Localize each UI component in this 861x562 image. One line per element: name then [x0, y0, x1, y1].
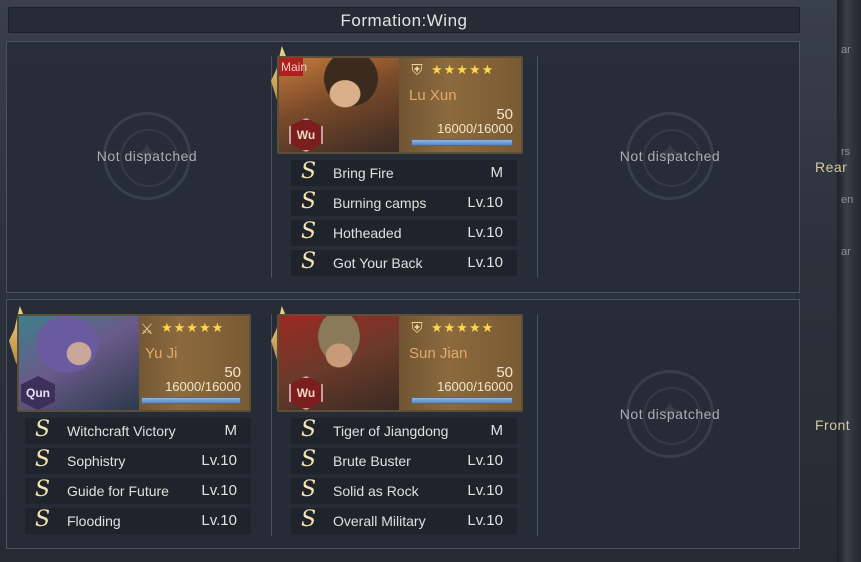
skill-row[interactable]: S Bring Fire M: [291, 160, 517, 186]
skill-list: S Bring Fire M S Burning camps Lv.10 S Hothea…: [291, 160, 517, 280]
skill-level: Lv.10: [467, 254, 503, 271]
troop-bar-fill: [412, 140, 512, 145]
empty-slot-rear-right[interactable]: Not dispatched: [570, 82, 770, 242]
skill-row[interactable]: S Tiger of Jiangdong M: [291, 418, 517, 444]
skill-s-icon: S: [301, 159, 317, 184]
skill-name: Guide for Future: [67, 483, 169, 499]
skill-level: Lv.10: [467, 512, 503, 529]
hero-card[interactable]: ⚔ ★★★★★ Yu Ji 50 16000/16000 Qun: [17, 314, 251, 412]
skill-row[interactable]: S Burning camps Lv.10: [291, 190, 517, 216]
hero-troops: 16000/16000: [165, 379, 241, 394]
empty-slot-front-right[interactable]: Not dispatched: [570, 340, 770, 500]
slot-divider: [537, 56, 538, 278]
row-label-rear: Rear: [815, 159, 848, 175]
skill-level: M: [490, 164, 504, 181]
skill-name: Brute Buster: [333, 453, 411, 469]
troop-bar: [411, 139, 513, 146]
skill-s-icon: S: [35, 447, 51, 472]
slot-divider: [271, 56, 272, 278]
skill-name: Witchcraft Victory: [67, 423, 176, 439]
side-fragment: en: [841, 194, 854, 206]
skill-level: Lv.10: [201, 452, 237, 469]
skill-row[interactable]: S Brute Buster Lv.10: [291, 448, 517, 474]
formation-title: Formation:Wing: [8, 7, 800, 33]
skill-level: Lv.10: [467, 224, 503, 241]
helmet-icon: ⚔: [140, 321, 154, 338]
skill-name: Got Your Back: [333, 255, 423, 271]
skill-s-icon: S: [301, 249, 317, 274]
skill-s-icon: S: [35, 417, 51, 442]
skill-s-icon: S: [301, 507, 317, 532]
skill-row[interactable]: S Guide for Future Lv.10: [25, 478, 251, 504]
skill-row[interactable]: S Got Your Back Lv.10: [291, 250, 517, 276]
skill-level: Lv.10: [467, 194, 503, 211]
skill-name: Flooding: [67, 513, 121, 529]
skill-row[interactable]: S Overall Military Lv.10: [291, 508, 517, 534]
front-row-panel: ⚔ ★★★★★ Yu Ji 50 16000/16000 Qun S Witchc…: [6, 299, 800, 549]
skill-name: Sophistry: [67, 453, 126, 469]
star-rating: ★★★★★: [431, 62, 495, 77]
skill-s-icon: S: [35, 477, 51, 502]
skill-level: M: [224, 422, 238, 439]
star-rating: ★★★★★: [431, 320, 495, 335]
side-fragment: ar: [841, 246, 851, 258]
row-label-front: Front: [815, 417, 851, 433]
skill-row[interactable]: S Solid as Rock Lv.10: [291, 478, 517, 504]
skill-list: S Tiger of Jiangdong M S Brute Buster Lv.10 …: [291, 418, 517, 538]
skill-s-icon: S: [35, 507, 51, 532]
empty-slot-label: Not dispatched: [619, 406, 721, 422]
hero-name: Sun Jian: [409, 345, 468, 362]
empty-slot-label: Not dispatched: [619, 148, 721, 164]
skill-level: Lv.10: [201, 512, 237, 529]
rear-row-panel: Not dispatched Main ⛨ ★★★★★ Lu Xun 50 16…: [6, 41, 800, 293]
main-general-tag: Main: [279, 58, 308, 76]
troop-bar-fill: [412, 398, 512, 403]
helmet-icon: ⛨: [411, 62, 423, 79]
empty-slot-label: Not dispatched: [96, 148, 198, 164]
hero-card[interactable]: Main ⛨ ★★★★★ Lu Xun 50 16000/16000 Wu: [277, 56, 523, 154]
skill-name: Solid as Rock: [333, 483, 419, 499]
skill-level: Lv.10: [467, 482, 503, 499]
skill-s-icon: S: [301, 219, 317, 244]
troop-bar: [141, 397, 241, 404]
skill-name: Tiger of Jiangdong: [333, 423, 449, 439]
hero-troops: 16000/16000: [437, 121, 513, 136]
skill-s-icon: S: [301, 447, 317, 472]
hero-card[interactable]: ⛨ ★★★★★ Sun Jian 50 16000/16000 Wu: [277, 314, 523, 412]
skill-row[interactable]: S Flooding Lv.10: [25, 508, 251, 534]
shield-icon: ⛨: [411, 320, 423, 337]
skill-row[interactable]: S Sophistry Lv.10: [25, 448, 251, 474]
skill-level: Lv.10: [467, 452, 503, 469]
slot-divider: [271, 314, 272, 536]
skill-level: Lv.10: [201, 482, 237, 499]
skill-name: Overall Military: [333, 513, 426, 529]
troop-bar: [411, 397, 513, 404]
skill-name: Bring Fire: [333, 165, 394, 181]
troop-bar-fill: [142, 398, 240, 403]
side-fragment: ar: [841, 44, 851, 56]
skill-s-icon: S: [301, 477, 317, 502]
skill-level: M: [490, 422, 504, 439]
skill-s-icon: S: [301, 189, 317, 214]
skill-row[interactable]: S Hotheaded Lv.10: [291, 220, 517, 246]
star-rating: ★★★★★: [161, 320, 225, 335]
empty-slot-rear-left[interactable]: Not dispatched: [47, 82, 247, 242]
skill-row[interactable]: S Witchcraft Victory M: [25, 418, 251, 444]
hero-troops: 16000/16000: [437, 379, 513, 394]
skill-s-icon: S: [301, 417, 317, 442]
skill-name: Hotheaded: [333, 225, 402, 241]
background-map-strip: ar rs ar en: [837, 0, 861, 562]
hero-name: Yu Ji: [145, 345, 178, 362]
skill-list: S Witchcraft Victory M S Sophistry Lv.10 S Gu…: [25, 418, 251, 538]
slot-divider: [537, 314, 538, 536]
hero-name: Lu Xun: [409, 87, 457, 104]
skill-name: Burning camps: [333, 195, 427, 211]
side-fragment: rs: [841, 146, 851, 158]
